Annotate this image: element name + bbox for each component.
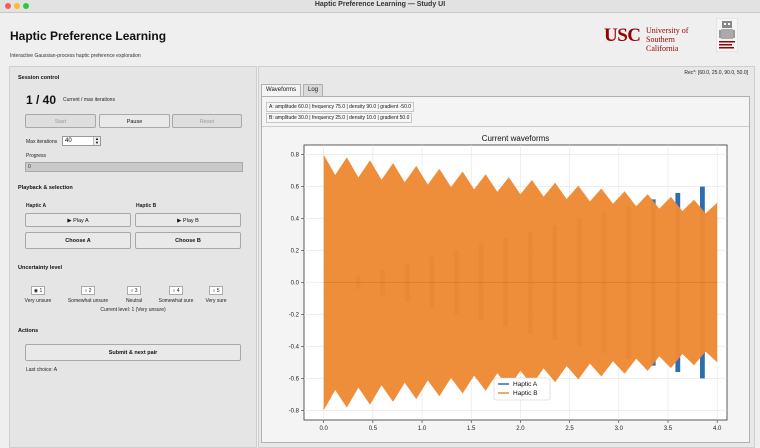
- y-tick-label: 0.4: [291, 217, 300, 223]
- play-a-button[interactable]: ▶ Play A: [25, 213, 131, 227]
- submit-next-button[interactable]: Submit & next pair: [25, 344, 241, 361]
- current-uncertainty-text: Current level: 1 (Very unsure): [100, 307, 166, 313]
- choose-a-button[interactable]: Choose A: [25, 232, 131, 249]
- actions-heading: Actions: [18, 328, 39, 334]
- y-tick-label: 0.2: [291, 249, 300, 255]
- app-title: Haptic Preference Learning: [10, 29, 167, 43]
- progress-bar: 0: [25, 162, 243, 172]
- max-iterations-value: 40: [65, 138, 72, 144]
- iteration-counter: 1 / 40: [26, 93, 57, 107]
- y-tick-label: -0.6: [289, 376, 300, 382]
- max-iterations-stepper[interactable]: 40 ▲ ▼: [62, 136, 101, 146]
- stepper-arrows-icon[interactable]: ▲ ▼: [93, 137, 100, 145]
- usc-logo: USC: [604, 25, 641, 46]
- app-subtitle: Interactive Gaussian-process haptic pref…: [10, 53, 141, 59]
- waveforms-pane: A: amplitude 60.0 | frequency 75.0 | den…: [261, 96, 750, 443]
- x-tick-label: 3.0: [615, 426, 624, 432]
- uncertainty-option-4[interactable]: ○ 4: [169, 286, 183, 295]
- control-panel: Session control 1 / 40 Current / max ite…: [9, 66, 257, 448]
- chart-title: Current waveforms: [482, 134, 550, 143]
- haptic-a-params: A: amplitude 60.0 | frequency 75.0 | den…: [266, 102, 415, 112]
- y-tick-label: -0.4: [289, 344, 300, 350]
- progress-text: 0: [28, 164, 31, 170]
- legend-label: Haptic B: [513, 390, 538, 397]
- y-tick-label: -0.8: [289, 408, 300, 414]
- start-button[interactable]: Start: [25, 114, 96, 128]
- robot-lab-logo-icon: [716, 18, 738, 52]
- uncertainty-option-5[interactable]: ○ 5: [209, 286, 223, 295]
- app-window: Haptic Preference Learning Interactive G…: [0, 13, 760, 448]
- uncertainty-heading: Uncertainty level: [18, 265, 63, 271]
- haptic-a-label: Haptic A: [26, 203, 47, 209]
- max-iterations-label: Max iterations: [26, 139, 58, 145]
- y-tick-label: -0.2: [289, 312, 300, 318]
- recommendation-text: Rec*: [60.0, 25.0, 90.0, 50.0]: [684, 70, 748, 76]
- iteration-caption: Current / max iterations: [63, 97, 115, 103]
- reset-button[interactable]: Reset: [172, 114, 242, 128]
- y-tick-label: 0.0: [291, 281, 300, 287]
- session-heading: Session control: [18, 75, 60, 81]
- play-b-button[interactable]: ▶ Play B: [135, 213, 241, 227]
- haptic-b-params: B: amplitude 30.0 | frequency 25.0 | den…: [266, 113, 413, 123]
- window-titlebar: Haptic Preference Learning — Study UI: [0, 0, 760, 13]
- progress-label: Progress: [26, 153, 47, 159]
- playback-heading: Playback & selection: [18, 185, 73, 191]
- haptic-b-label: Haptic B: [136, 203, 157, 209]
- x-tick-label: 2.0: [516, 426, 525, 432]
- uncertainty-option-2[interactable]: ○ 2: [81, 286, 95, 295]
- window-title: Haptic Preference Learning — Study UI: [314, 1, 446, 8]
- y-tick-label: 0.8: [291, 153, 300, 159]
- uncertainty-option-1[interactable]: ◉ 1: [31, 286, 45, 295]
- visualization-panel: Rec*: [60.0, 25.0, 90.0, 50.0] Waveforms…: [258, 66, 755, 448]
- choose-b-button[interactable]: Choose B: [135, 232, 241, 249]
- last-choice-text: Last choice: A: [26, 367, 58, 373]
- usc-university-name: University of Southern California: [646, 26, 689, 53]
- legend-label: Haptic A: [513, 381, 538, 388]
- waveform-chart: Current waveforms -0.8 -0.6 -0.4 -0.2 0.0 0.2 0…: [289, 134, 728, 432]
- x-tick-label: 0.0: [320, 426, 329, 432]
- x-tick-label: 1.0: [418, 426, 427, 432]
- pause-button[interactable]: Pause: [99, 114, 170, 128]
- x-tick-label: 0.5: [369, 426, 378, 432]
- pane-divider: [262, 126, 749, 127]
- x-tick-label: 2.5: [565, 426, 574, 432]
- uncertainty-option-label: Very sure: [205, 298, 227, 304]
- y-tick-label: 0.6: [291, 185, 300, 191]
- x-tick-label: 4.0: [713, 426, 722, 432]
- uncertainty-option-3[interactable]: ○ 3: [127, 286, 141, 295]
- x-tick-label: 1.5: [467, 426, 476, 432]
- x-tick-label: 3.5: [664, 426, 673, 432]
